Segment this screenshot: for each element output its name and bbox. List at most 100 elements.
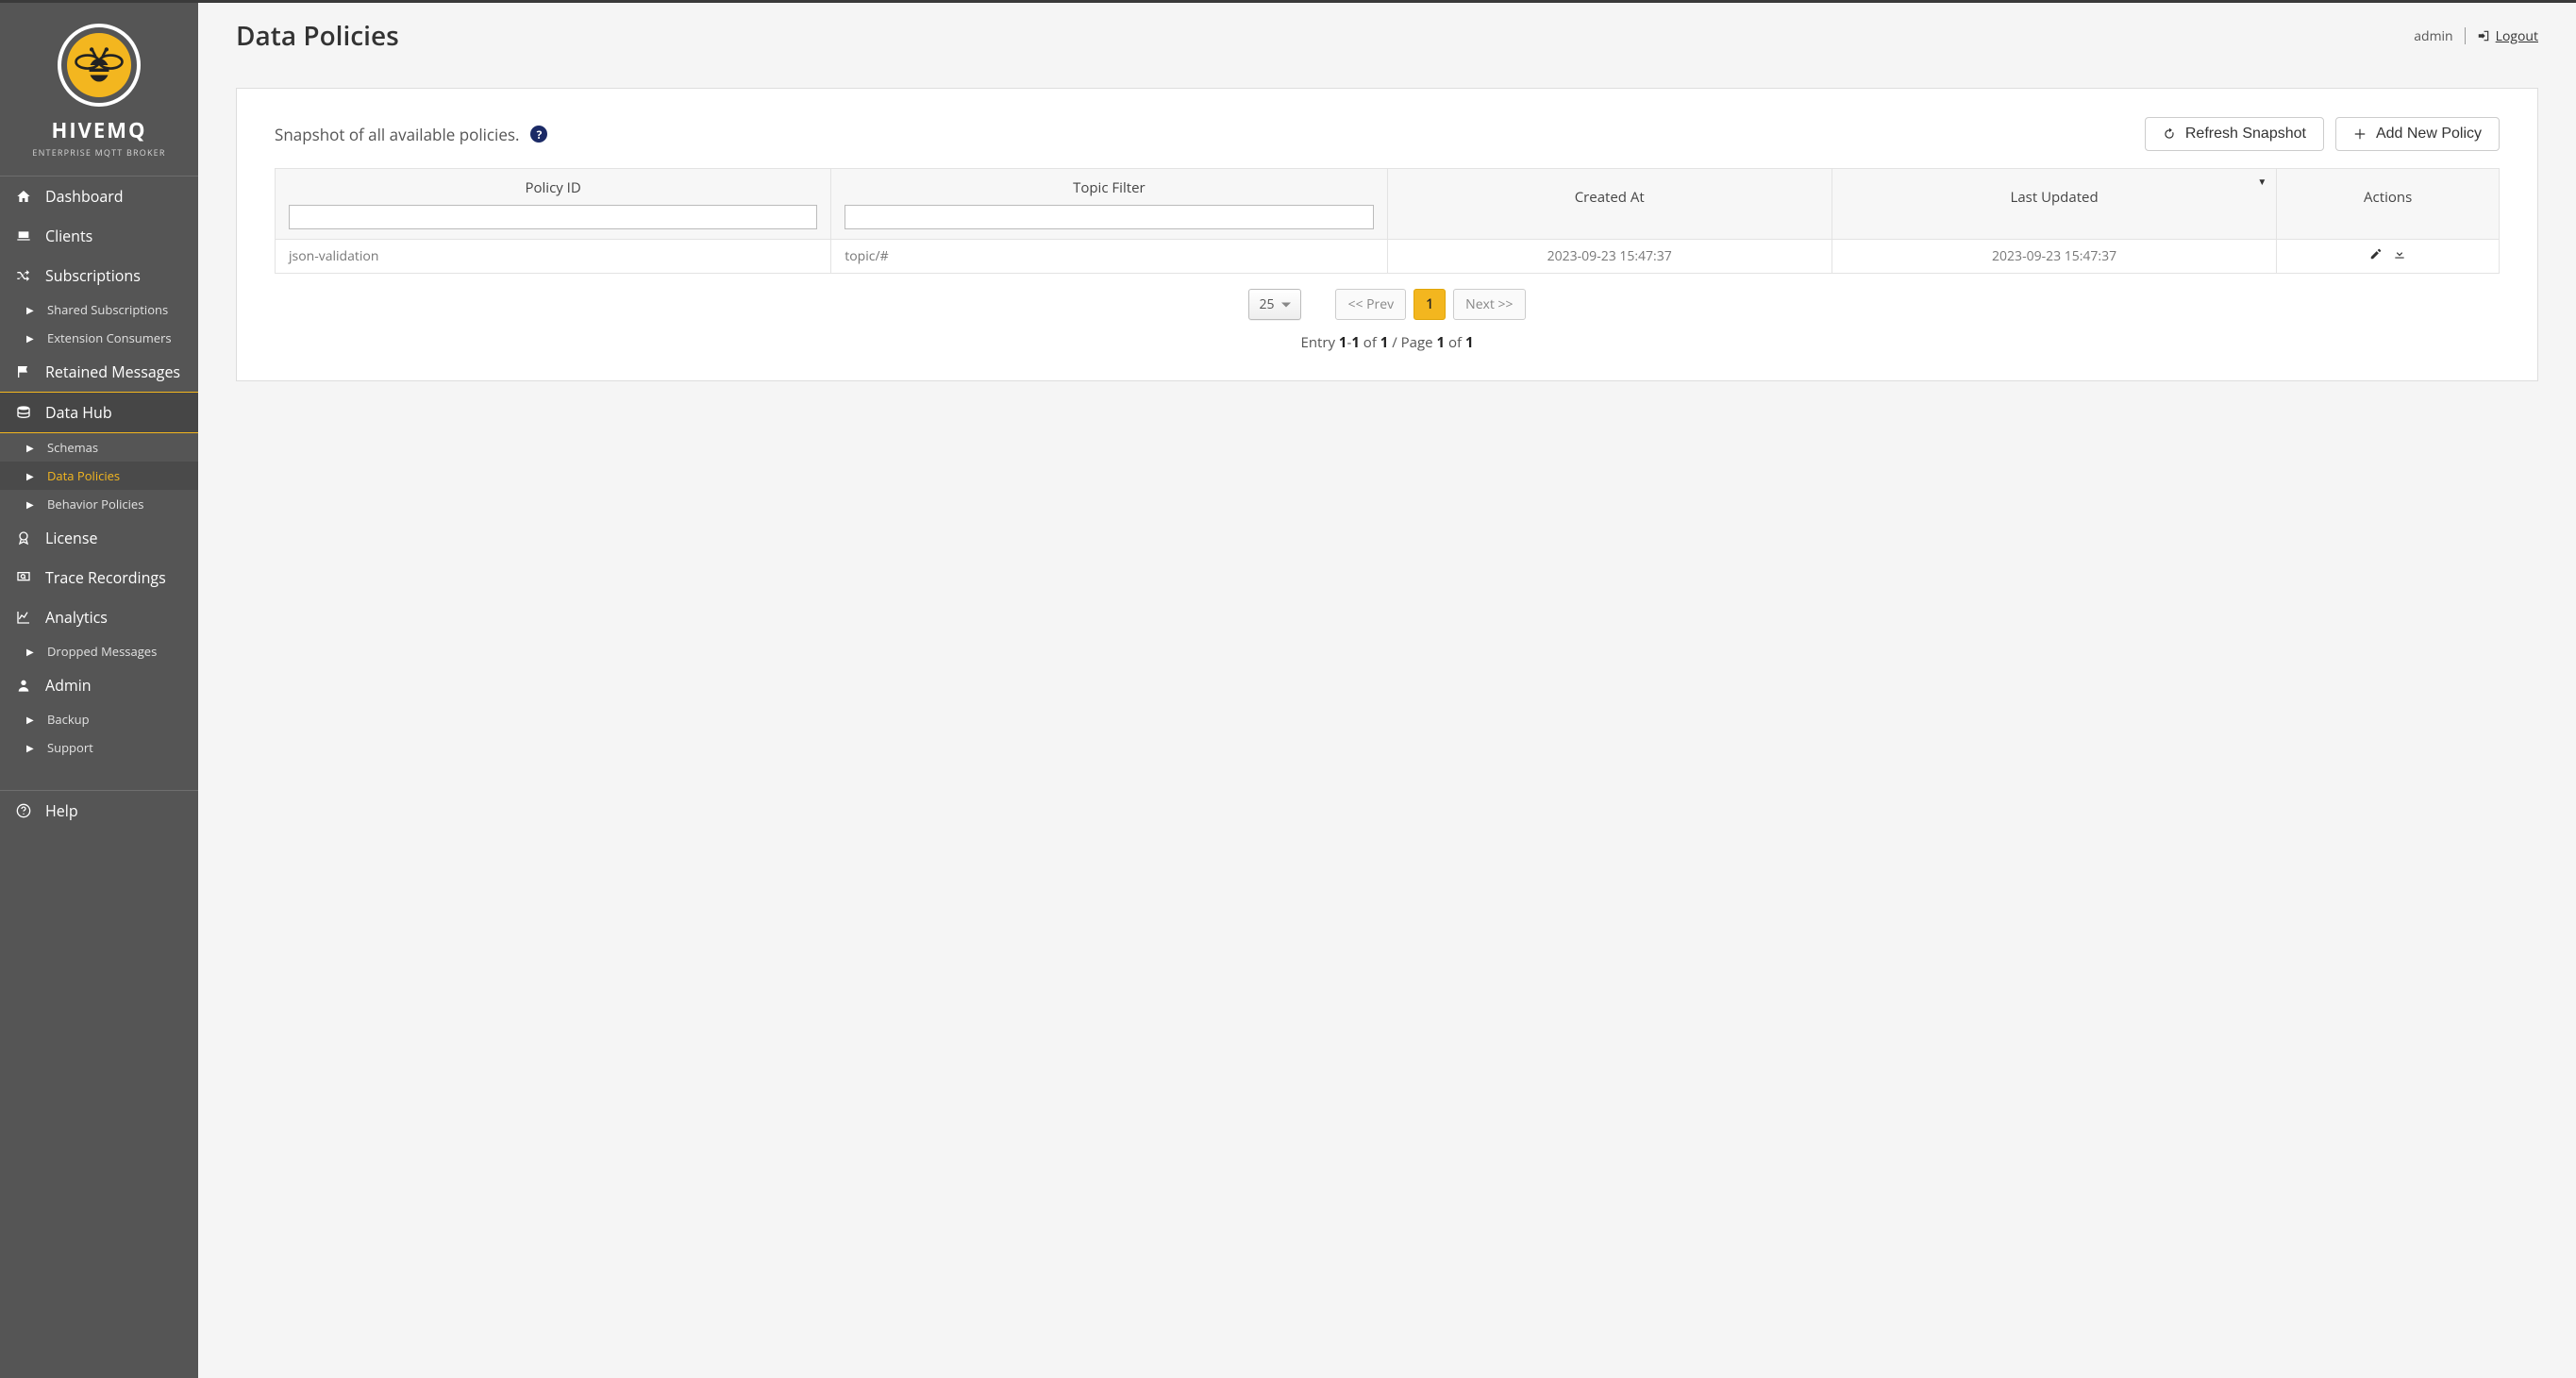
plus-icon xyxy=(2353,127,2367,141)
sidebar-sublabel: Schemas xyxy=(47,439,98,456)
shuffle-icon xyxy=(15,268,32,283)
topbar: Data Policies admin Logout xyxy=(198,3,2576,69)
refresh-snapshot-button[interactable]: Refresh Snapshot xyxy=(2145,117,2324,151)
sidebar-subitem-schemas[interactable]: ▶ Schemas xyxy=(0,433,198,462)
sidebar-subitem-dropped-messages[interactable]: ▶ Dropped Messages xyxy=(0,637,198,665)
caret-right-icon: ▶ xyxy=(26,441,34,454)
sidebar-subitem-shared-subscriptions[interactable]: ▶ Shared Subscriptions xyxy=(0,295,198,324)
sidebar-item-trace-recordings[interactable]: Trace Recordings xyxy=(0,558,198,597)
cell-last-updated: 2023-09-23 15:47:37 xyxy=(1832,240,2276,274)
panel-header: Snapshot of all available policies. ? Re… xyxy=(275,117,2500,151)
filter-topic-input[interactable] xyxy=(845,205,1373,229)
button-label: Refresh Snapshot xyxy=(2185,126,2306,143)
sidebar-subitem-extension-consumers[interactable]: ▶ Extension Consumers xyxy=(0,324,198,352)
page-title: Data Policies xyxy=(236,18,399,54)
download-icon xyxy=(2393,247,2406,260)
sidebar-subitem-support[interactable]: ▶ Support xyxy=(0,733,198,762)
brand-subtitle: ENTERPRISE MQTT BROKER xyxy=(9,146,189,159)
cell-created-at: 2023-09-23 15:47:37 xyxy=(1387,240,1832,274)
sidebar-sublabel: Data Policies xyxy=(47,467,120,484)
col-header-topic-filter[interactable]: Topic Filter xyxy=(831,169,1387,240)
sidebar-label: Trace Recordings xyxy=(45,567,166,588)
sidebar-subitem-behavior-policies[interactable]: ▶ Behavior Policies xyxy=(0,490,198,518)
filter-policy-id-input[interactable] xyxy=(289,205,817,229)
sidebar-label: Retained Messages xyxy=(45,361,180,382)
current-page-button[interactable]: 1 xyxy=(1413,289,1446,320)
caret-right-icon: ▶ xyxy=(26,469,34,482)
col-header-actions: Actions xyxy=(2277,169,2500,240)
sidebar-subitem-backup[interactable]: ▶ Backup xyxy=(0,705,198,733)
brand-logo xyxy=(58,24,141,107)
col-label: Created At xyxy=(1401,188,1818,207)
add-new-policy-button[interactable]: Add New Policy xyxy=(2335,117,2500,151)
col-label: Actions xyxy=(2290,188,2485,207)
text: / Page xyxy=(1388,333,1436,352)
policies-table: Policy ID Topic Filter Created At ▼ Last… xyxy=(275,168,2500,274)
sidebar-label: Subscriptions xyxy=(45,265,141,286)
download-policy-button[interactable] xyxy=(2393,247,2406,265)
table-row: json-validation topic/# 2023-09-23 15:47… xyxy=(276,240,2500,274)
snapshot-description: Snapshot of all available policies. xyxy=(275,124,519,145)
sidebar-sublabel: Extension Consumers xyxy=(47,329,172,346)
next-page-button[interactable]: Next >> xyxy=(1453,289,1525,320)
help-tooltip-icon[interactable]: ? xyxy=(530,126,547,143)
text: of xyxy=(1360,333,1380,352)
cell-policy-id: json-validation xyxy=(276,240,831,274)
button-label: Add New Policy xyxy=(2376,126,2482,143)
edit-policy-button[interactable] xyxy=(2369,247,2383,265)
sidebar-label: Analytics xyxy=(45,607,108,628)
monitor-search-icon xyxy=(15,570,32,585)
sidebar-nav: Dashboard Clients Subscriptions ▶ Shared… xyxy=(0,176,198,831)
col-label: Last Updated xyxy=(1846,188,2263,207)
pencil-icon xyxy=(2369,247,2383,260)
col-label: Policy ID xyxy=(289,178,817,197)
ribbon-icon xyxy=(15,530,32,546)
entry-from: 1 xyxy=(1339,333,1347,352)
sidebar-sublabel: Support xyxy=(47,739,93,756)
col-header-policy-id[interactable]: Policy ID xyxy=(276,169,831,240)
sidebar-label: Admin xyxy=(45,675,92,696)
sidebar-item-clients[interactable]: Clients xyxy=(0,216,198,256)
help-icon xyxy=(15,803,32,818)
database-icon xyxy=(15,405,32,420)
text: Entry xyxy=(1300,333,1338,352)
page-size-select[interactable]: 25 xyxy=(1248,289,1301,320)
sidebar-item-data-hub[interactable]: Data Hub xyxy=(0,392,198,433)
policies-panel: Snapshot of all available policies. ? Re… xyxy=(236,88,2538,381)
col-header-created-at[interactable]: Created At xyxy=(1387,169,1832,240)
col-label: Topic Filter xyxy=(845,178,1373,197)
logout-link[interactable]: Logout xyxy=(2477,27,2538,45)
caret-right-icon: ▶ xyxy=(26,645,34,658)
chart-line-icon xyxy=(15,610,32,625)
sidebar-item-license[interactable]: License xyxy=(0,518,198,558)
caret-right-icon: ▶ xyxy=(26,303,34,316)
sidebar-sublabel: Dropped Messages xyxy=(47,643,157,660)
topbar-user-area: admin Logout xyxy=(2414,27,2538,45)
entry-pages-total: 1 xyxy=(1465,333,1474,352)
sidebar-label: License xyxy=(45,528,97,548)
entry-page: 1 xyxy=(1436,333,1445,352)
sidebar-item-analytics[interactable]: Analytics xyxy=(0,597,198,637)
caret-right-icon: ▶ xyxy=(26,331,34,344)
sidebar-sublabel: Backup xyxy=(47,711,90,728)
prev-page-button[interactable]: << Prev xyxy=(1335,289,1406,320)
laptop-icon xyxy=(15,228,32,244)
col-header-last-updated[interactable]: ▼ Last Updated xyxy=(1832,169,2276,240)
divider xyxy=(2465,27,2466,44)
sidebar-label: Help xyxy=(45,800,78,821)
brand-name: HIVEMQ xyxy=(9,116,189,144)
sidebar-item-admin[interactable]: Admin xyxy=(0,665,198,705)
sidebar-label: Data Hub xyxy=(45,402,112,423)
logout-icon xyxy=(2477,29,2490,42)
sort-desc-icon: ▼ xyxy=(2257,175,2267,188)
sidebar-subitem-data-policies[interactable]: ▶ Data Policies xyxy=(0,462,198,490)
sidebar-item-help[interactable]: Help xyxy=(0,791,198,831)
refresh-icon xyxy=(2163,127,2176,141)
sidebar-item-retained-messages[interactable]: Retained Messages xyxy=(0,352,198,392)
flag-icon xyxy=(15,364,32,379)
sidebar-item-dashboard[interactable]: Dashboard xyxy=(0,176,198,216)
sidebar-item-subscriptions[interactable]: Subscriptions xyxy=(0,256,198,295)
cell-actions xyxy=(2277,240,2500,274)
entry-to: 1 xyxy=(1351,333,1360,352)
brand-block: HIVEMQ ENTERPRISE MQTT BROKER xyxy=(0,3,198,176)
